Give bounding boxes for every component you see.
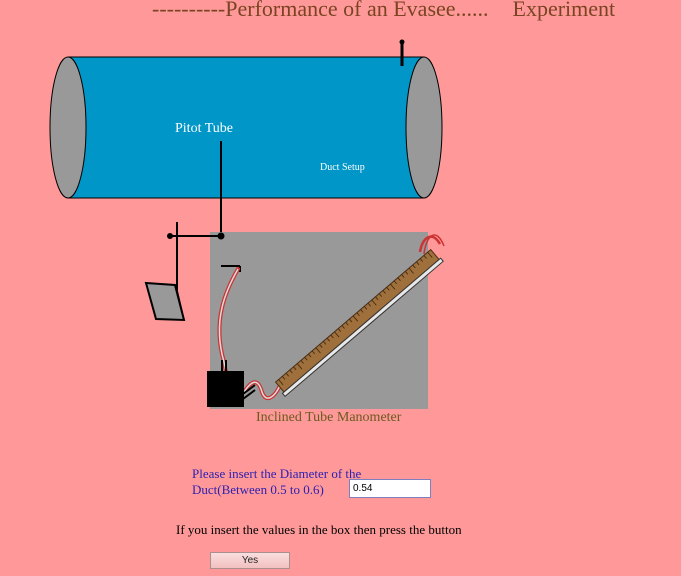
instruction-note: If you insert the values in the box then… [176, 522, 462, 537]
stand-joint-right [217, 232, 225, 240]
duct-top-probe-knob [399, 39, 405, 45]
duct-left-end [49, 56, 87, 199]
stand-plate [144, 281, 186, 322]
pitot-tube-label: Pitot Tube [175, 121, 233, 136]
duct-setup-label: Duct Setup [320, 162, 365, 173]
diameter-input[interactable] [349, 479, 431, 498]
duct-right-end [405, 56, 443, 199]
manometer-label: Inclined Tube Manometer [256, 410, 402, 425]
stand-joint-left [167, 233, 173, 239]
duct-body [67, 56, 425, 199]
yes-button[interactable]: Yes [210, 552, 290, 569]
manometer-reservoir [207, 371, 244, 407]
